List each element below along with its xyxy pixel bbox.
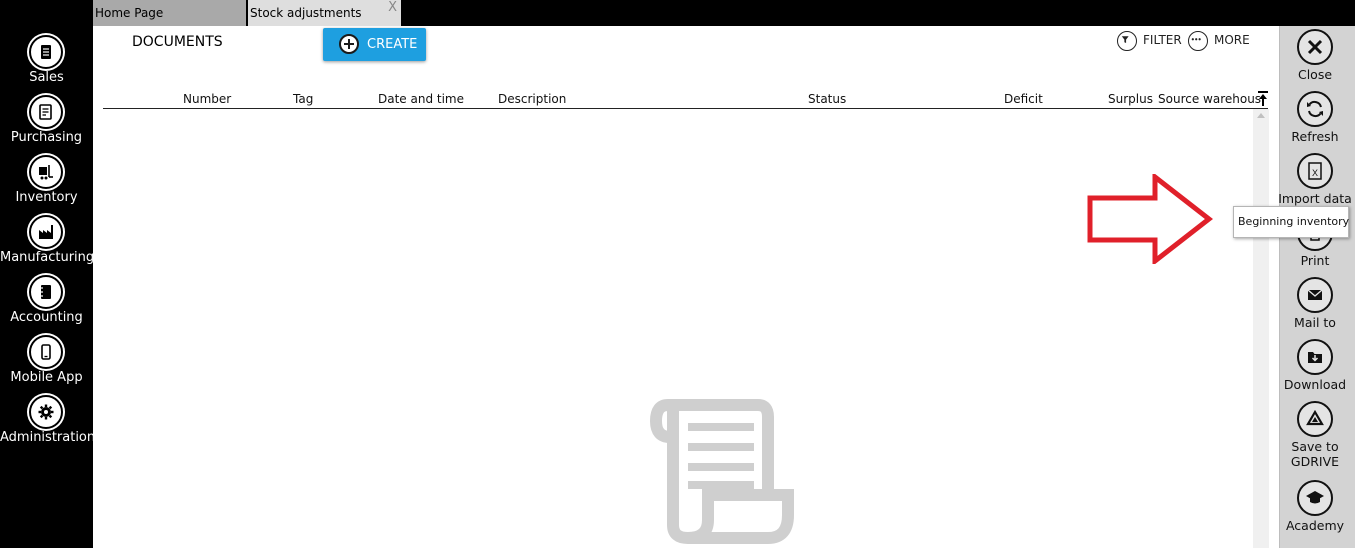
sidebar-item-label: Inventory [15,190,78,205]
sidebar-item-label: Manufacturing [0,250,95,265]
sidebar-item-manufacturing[interactable]: Manufacturing [0,215,95,271]
right-action-panel: Close Refresh X Import data Print Mail t… [1278,26,1355,548]
filter-button[interactable]: FILTER [1117,31,1187,53]
mobile-icon [29,335,63,369]
gear-icon [29,395,63,429]
app-window: Sales Purchasing Inventory Manufacturing… [0,0,1355,548]
filter-icon [1117,31,1137,51]
plus-icon [339,34,359,54]
column-header-status[interactable]: Status [808,92,846,106]
column-header-tag[interactable]: Tag [293,92,313,106]
red-arrow-annotation [1087,174,1213,264]
page-title: DOCUMENTS [132,34,223,50]
tab-stock-adjustments[interactable]: Stock adjustments X [248,0,401,26]
tooltip: Beginning inventory [1233,206,1349,238]
tab-close-icon[interactable]: X [388,0,397,15]
filter-label: FILTER [1143,33,1182,47]
sidebar-item-label: Sales [29,70,64,85]
sidebar-item-label: Purchasing [10,130,83,145]
vertical-scrollbar[interactable] [1253,109,1269,548]
tab-label: Stock adjustments [250,6,362,20]
create-button[interactable]: CREATE [323,28,426,61]
sidebar-item-label: Administration [0,430,96,445]
sidebar-item-mobile-app[interactable]: Mobile App [0,335,93,391]
scroll-to-top-icon[interactable] [1257,90,1269,108]
more-label: MORE [1214,33,1250,47]
column-header-date-time[interactable]: Date and time [378,92,464,106]
print-label: Print [1300,253,1330,268]
column-header-description[interactable]: Description [498,92,566,106]
close-icon [1297,29,1333,65]
mail-to-label: Mail to [1294,315,1336,330]
excel-icon: X [1297,153,1333,189]
sidebar-item-purchasing[interactable]: Purchasing [0,95,93,151]
tab-home-page[interactable]: Home Page [93,0,246,26]
purchasing-icon [29,95,63,129]
sidebar-item-accounting[interactable]: Accounting [0,275,93,331]
tab-label: Home Page [95,6,164,20]
refresh-label: Refresh [1291,129,1339,144]
column-header-source-warehouse[interactable]: Source warehous [1158,92,1261,106]
sidebar-item-sales[interactable]: Sales [0,35,93,91]
column-header-surplus[interactable]: Surplus [1108,92,1153,106]
import-data-label: Import data [1278,191,1352,206]
sidebar-item-administration[interactable]: Administration [0,395,96,451]
svg-text:X: X [1312,168,1318,178]
refresh-icon [1297,91,1333,127]
sidebar: Sales Purchasing Inventory Manufacturing… [0,0,96,548]
create-label: CREATE [367,37,418,52]
save-to-gdrive-label: Save to GDRIVE [1290,439,1340,469]
empty-document-scroll-icon [649,399,794,544]
more-icon [1188,31,1208,51]
column-header-deficit[interactable]: Deficit [1004,92,1043,106]
sidebar-item-label: Mobile App [10,370,83,385]
inventory-icon [29,155,63,189]
scroll-up-arrow-icon[interactable] [1257,113,1265,118]
academy-label: Academy [1285,518,1345,533]
sales-icon [29,35,63,69]
mail-icon [1297,277,1333,313]
gdrive-icon [1297,401,1333,437]
column-header-number[interactable]: Number [183,92,231,106]
download-icon [1297,339,1333,375]
academy-icon [1297,480,1333,516]
sidebar-item-inventory[interactable]: Inventory [0,155,93,211]
tab-strip: Home Page Stock adjustments X [93,0,1355,26]
download-label: Download [1283,377,1347,392]
close-label: Close [1297,67,1333,82]
manufacturing-icon [29,215,63,249]
sidebar-item-label: Accounting [10,310,83,325]
table-header: Number Tag Date and time Description Sta… [103,90,1268,109]
more-button[interactable]: MORE [1188,31,1258,53]
accounting-icon [29,275,63,309]
